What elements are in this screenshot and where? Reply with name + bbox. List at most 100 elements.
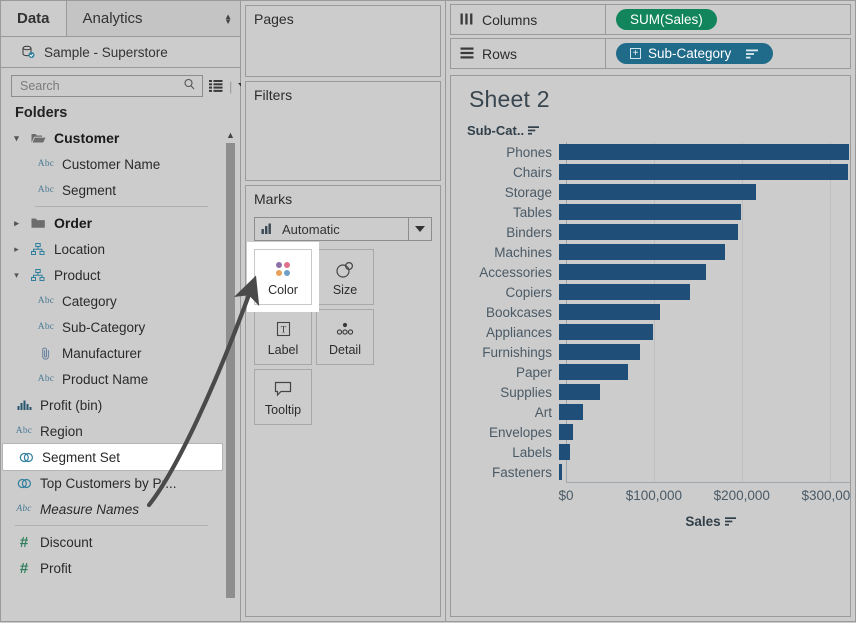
filters-card[interactable]: Filters — [245, 81, 441, 181]
chevron-right-icon[interactable]: ▸ — [11, 218, 22, 228]
bar-category-label[interactable]: Accessories — [451, 265, 559, 280]
bar[interactable] — [559, 324, 654, 340]
bar-row[interactable]: Tables — [451, 202, 850, 222]
bar-row[interactable]: Art — [451, 402, 850, 422]
marks-color-button[interactable]: Color — [254, 249, 312, 306]
bar-category-label[interactable]: Machines — [451, 245, 559, 260]
bar-row[interactable]: Paper — [451, 362, 850, 382]
field-manufacturer[interactable]: Manufacturer — [1, 340, 222, 366]
marks-detail-button[interactable]: Detail — [316, 309, 374, 366]
bar-row[interactable]: Storage — [451, 182, 850, 202]
bar[interactable] — [559, 384, 601, 400]
bar-category-label[interactable]: Binders — [451, 225, 559, 240]
bar-row[interactable]: Copiers — [451, 282, 850, 302]
sort-icon[interactable] — [528, 123, 540, 138]
field-region[interactable]: Abc Region — [1, 418, 222, 444]
bar-row[interactable]: Furnishings — [451, 342, 850, 362]
bar-row[interactable]: Machines — [451, 242, 850, 262]
bar-row[interactable]: Fasteners — [451, 462, 850, 482]
bar-row[interactable]: Binders — [451, 222, 850, 242]
bar-category-label[interactable]: Fasteners — [451, 465, 559, 480]
mark-type-selector[interactable]: Automatic — [254, 217, 432, 242]
columns-shelf-drop[interactable]: SUM(Sales) — [606, 9, 850, 30]
bar[interactable] — [559, 404, 583, 420]
bar[interactable] — [559, 244, 726, 260]
datasource-row[interactable]: Sample - Superstore — [1, 37, 240, 68]
bar-category-label[interactable]: Tables — [451, 205, 559, 220]
marks-tooltip-button[interactable]: Tooltip — [254, 369, 312, 426]
row-header-title[interactable]: Sub-Cat.. — [467, 123, 540, 138]
bar-row[interactable]: Chairs — [451, 162, 850, 182]
field-customer-name[interactable]: Abc Customer Name — [1, 151, 222, 177]
bar-category-label[interactable]: Phones — [451, 145, 559, 160]
bar-category-label[interactable]: Art — [451, 405, 559, 420]
tab-data[interactable]: Data — [1, 1, 67, 36]
scrollbar-thumb[interactable] — [226, 143, 235, 598]
field-category[interactable]: Abc Category — [1, 288, 222, 314]
pane-size-spinner[interactable]: ▲ ▼ — [224, 1, 240, 36]
bar-category-label[interactable]: Bookcases — [451, 305, 559, 320]
field-top-customers-set[interactable]: Top Customers by Pr... — [1, 470, 222, 496]
pill-sum-sales[interactable]: SUM(Sales) — [616, 9, 717, 30]
bar[interactable] — [559, 344, 640, 360]
bar-row[interactable]: Accessories — [451, 262, 850, 282]
field-folder-order[interactable]: ▸ Order — [1, 210, 222, 236]
worksheet-canvas[interactable]: Sheet 2 Sub-Cat.. Phones Chairs Storage Tab… — [450, 75, 851, 617]
bar-category-label[interactable]: Storage — [451, 185, 559, 200]
field-segment[interactable]: Abc Segment — [1, 177, 222, 203]
chevron-down-icon[interactable] — [408, 218, 431, 241]
bar-row[interactable]: Phones — [451, 142, 850, 162]
bar[interactable] — [559, 264, 707, 280]
bar-category-label[interactable]: Labels — [451, 445, 559, 460]
marks-size-button[interactable]: Size — [316, 249, 374, 306]
sort-icon[interactable] — [724, 514, 737, 529]
marks-label-button[interactable]: T Label — [254, 309, 312, 366]
sort-icon[interactable] — [746, 49, 759, 59]
bar-category-label[interactable]: Copiers — [451, 285, 559, 300]
search-input[interactable] — [18, 78, 183, 94]
bar[interactable] — [559, 184, 756, 200]
bar[interactable] — [559, 284, 691, 300]
bar-row[interactable]: Appliances — [451, 322, 850, 342]
field-folder-customer[interactable]: ▾ Customer — [1, 125, 222, 151]
search-box[interactable] — [11, 75, 203, 97]
bar-category-label[interactable]: Supplies — [451, 385, 559, 400]
field-sub-category[interactable]: Abc Sub-Category — [1, 314, 222, 340]
bar-category-label[interactable]: Furnishings — [451, 345, 559, 360]
field-discount[interactable]: # Discount — [1, 529, 222, 555]
bar-category-label[interactable]: Envelopes — [451, 425, 559, 440]
field-hierarchy-product[interactable]: ▾ Product — [1, 262, 222, 288]
search-icon[interactable] — [183, 78, 196, 94]
columns-shelf[interactable]: Columns SUM(Sales) — [450, 4, 851, 35]
tab-analytics[interactable]: Analytics — [67, 1, 159, 36]
chevron-down-icon[interactable]: ▾ — [11, 270, 22, 280]
bar[interactable] — [559, 444, 570, 460]
field-measure-names[interactable]: Abc Measure Names — [1, 496, 222, 522]
chevron-right-icon[interactable]: ▸ — [11, 244, 22, 254]
bar[interactable] — [559, 164, 848, 180]
field-profit[interactable]: # Profit — [1, 555, 222, 581]
grid-view-icon[interactable] — [209, 80, 223, 92]
field-hierarchy-location[interactable]: ▸ Location — [1, 236, 222, 262]
sidebar-scrollbar[interactable]: ▲ — [225, 125, 236, 621]
field-product-name[interactable]: Abc Product Name — [1, 366, 222, 392]
bar-category-label[interactable]: Appliances — [451, 325, 559, 340]
scroll-up-icon[interactable]: ▲ — [225, 131, 236, 140]
bar[interactable] — [559, 304, 660, 320]
bar[interactable] — [559, 424, 574, 440]
pill-sub-category[interactable]: + Sub-Category — [616, 43, 774, 64]
chevron-down-icon[interactable]: ▾ — [11, 133, 22, 143]
plus-box-icon[interactable]: + — [630, 48, 641, 59]
bar[interactable] — [559, 464, 562, 480]
bar[interactable] — [559, 204, 741, 220]
bar-row[interactable]: Bookcases — [451, 302, 850, 322]
bar[interactable] — [559, 364, 628, 380]
bar-row[interactable]: Labels — [451, 442, 850, 462]
bar-row[interactable]: Envelopes — [451, 422, 850, 442]
bar[interactable] — [559, 144, 849, 160]
bar-category-label[interactable]: Chairs — [451, 165, 559, 180]
field-profit-bin[interactable]: Profit (bin) — [1, 392, 222, 418]
rows-shelf[interactable]: Rows + Sub-Category — [450, 38, 851, 69]
bar-category-label[interactable]: Paper — [451, 365, 559, 380]
x-axis-title[interactable]: Sales — [566, 514, 850, 529]
